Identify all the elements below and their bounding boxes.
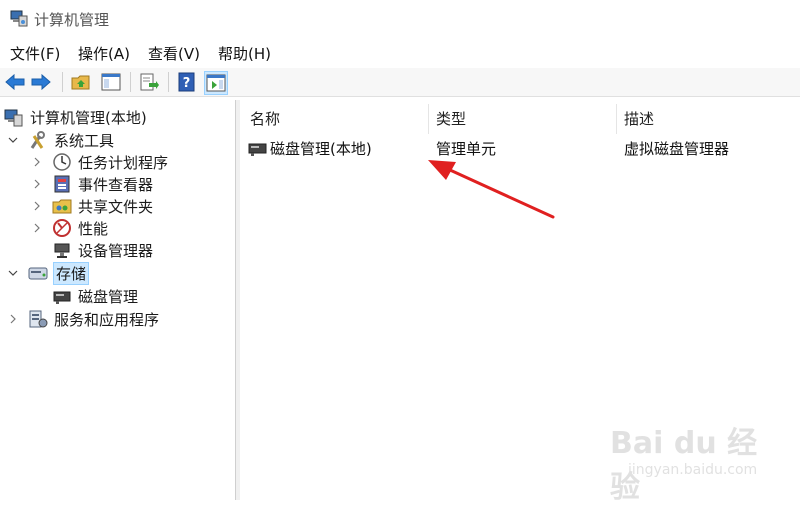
- watermark: Bai du 经验 jingyan.baidu.com: [610, 418, 780, 505]
- watermark-url: jingyan.baidu.com: [628, 462, 758, 478]
